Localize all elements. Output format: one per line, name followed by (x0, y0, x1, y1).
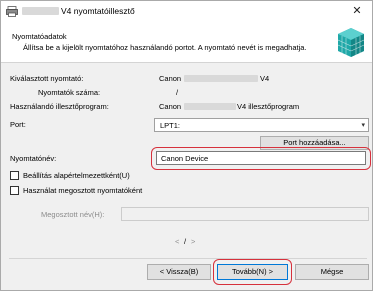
printer-icon (6, 6, 18, 17)
highlight-ring-next (213, 259, 292, 285)
shared-printer-label: Használat megosztott nyomtatóként (23, 186, 143, 195)
installer-dialog: V4 nyomtatóillesztő ✕ Nyomtatóadatok Áll… (0, 0, 373, 291)
share-name-field[interactable] (121, 207, 369, 221)
section-title: Nyomtatóadatok (12, 32, 67, 41)
redacted-model (184, 75, 258, 82)
printer-count-label: Nyomtatók száma: (38, 88, 101, 97)
driver-label: Használandó illesztőprogram: (10, 102, 109, 111)
driver-prefix: Canon (159, 102, 182, 111)
pager-prev[interactable]: < (175, 237, 179, 246)
port-selected-value: LPT1: (160, 121, 181, 130)
chevron-down-icon: ▾ (361, 121, 365, 129)
redacted-model (184, 103, 236, 110)
set-default-label: Beállítás alapértelmezettként(U) (23, 171, 130, 180)
redacted-product-name (22, 7, 59, 15)
selected-printer-prefix: Canon (159, 74, 182, 83)
printer-count-value: / (176, 88, 179, 97)
divider (9, 258, 367, 259)
back-button[interactable]: < Vissza(B) (147, 264, 211, 280)
title-bar: V4 nyomtatóillesztő ✕ (1, 1, 372, 22)
driver-suffix: V4 illesztőprogram (237, 102, 300, 111)
cancel-button[interactable]: Mégse (295, 264, 369, 280)
printer-name-label: Nyomtatónév: (10, 154, 57, 163)
section-description: Állítsa be a kijelölt nyomtatóhoz haszná… (23, 43, 307, 52)
canon-cube-icon (337, 28, 365, 57)
set-default-checkbox[interactable] (10, 171, 19, 180)
highlight-ring-name (151, 147, 371, 170)
pager-next[interactable]: > (191, 237, 195, 246)
share-name-label: Megosztott név(H): (41, 210, 105, 219)
close-button[interactable]: ✕ (344, 1, 370, 21)
header-panel: Nyomtatóadatok Állítsa be a kijelölt nyo… (1, 22, 372, 63)
pager-text: / (184, 237, 187, 246)
shared-printer-checkbox[interactable] (10, 186, 19, 195)
port-label: Port: (10, 120, 26, 129)
selected-printer-label: Kiválasztott nyomtató: (10, 74, 84, 83)
selected-printer-suffix: V4 (260, 74, 270, 83)
window-title: V4 nyomtatóillesztő (61, 6, 135, 16)
port-select[interactable]: LPT1: ▾ (154, 118, 369, 132)
